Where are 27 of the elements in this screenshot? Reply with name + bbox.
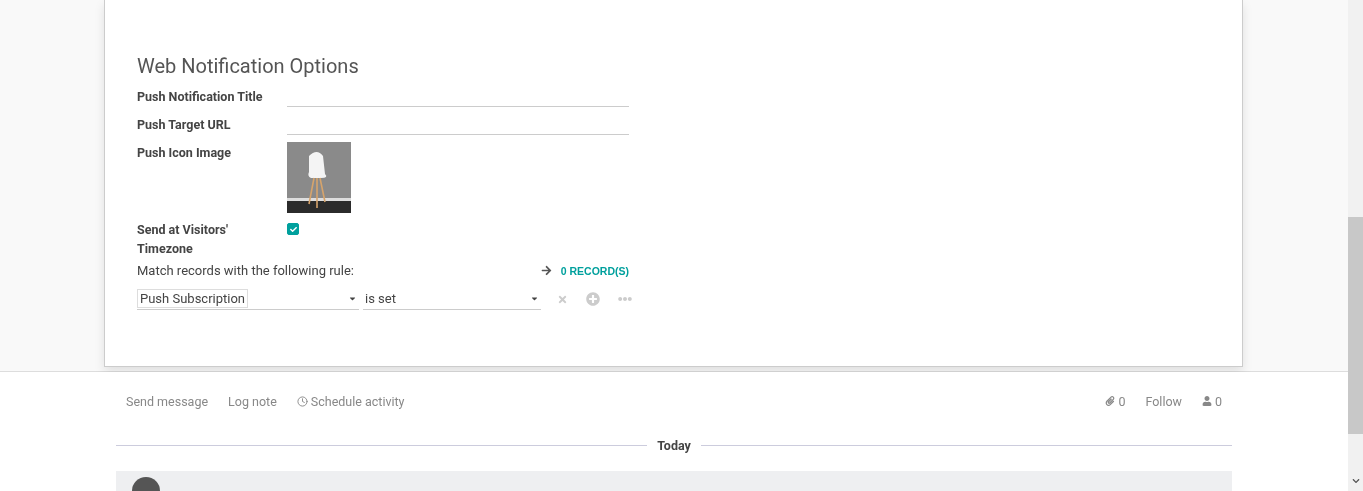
followers-count[interactable]: 0 bbox=[1201, 393, 1222, 409]
check-icon bbox=[289, 225, 297, 233]
chatter-action[interactable]: Schedule activity bbox=[296, 393, 405, 409]
date-separator: Today bbox=[657, 438, 691, 453]
paperclip-icon bbox=[1105, 396, 1116, 406]
caret-icon bbox=[348, 294, 357, 303]
records-button[interactable]: 0 RECORD(S) bbox=[540, 264, 629, 277]
operator-select[interactable]: is set bbox=[363, 288, 541, 310]
caret-icon bbox=[530, 294, 539, 303]
chatter-action[interactable]: Send message bbox=[126, 393, 209, 409]
close-icon[interactable] bbox=[557, 293, 568, 305]
attachments-count[interactable]: 0 bbox=[1105, 393, 1126, 409]
field-label: Send at Visitors' Timezone bbox=[137, 221, 229, 258]
checkbox[interactable] bbox=[287, 223, 299, 235]
field-label: Push Icon Image bbox=[137, 144, 232, 162]
clock-icon bbox=[296, 395, 308, 407]
scrollbar[interactable] bbox=[1348, 0, 1363, 491]
chatter-action[interactable]: Log note bbox=[228, 393, 277, 409]
chevron-down-icon[interactable] bbox=[1351, 477, 1360, 485]
rule-label: Match records with the following rule: bbox=[137, 263, 354, 278]
follow-button[interactable]: Follow bbox=[1145, 393, 1182, 409]
field-select[interactable]: Push Subscription bbox=[137, 288, 359, 310]
field-label: Push Notification Title bbox=[137, 88, 264, 106]
arrow-right-icon bbox=[540, 265, 552, 276]
user-icon bbox=[1201, 396, 1212, 406]
section-title: Web Notification Options bbox=[137, 54, 360, 78]
field-label: Push Target URL bbox=[137, 116, 232, 134]
